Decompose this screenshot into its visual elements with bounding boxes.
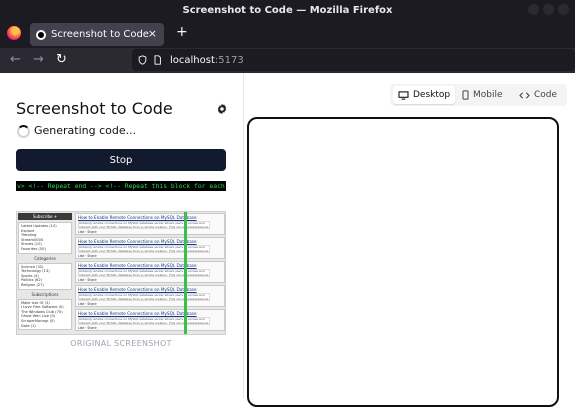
- thumb-card-body: Allowing remote connections on MySQL dat…: [78, 269, 210, 277]
- url-text[interactable]: localhost:5173: [170, 55, 244, 66]
- back-button[interactable]: ←: [10, 52, 21, 67]
- thumb-sidebar-box: Science (32) Technology (13) Sports (4) …: [18, 262, 72, 290]
- code-stream-output: v> <!-- Repeat end --> <!-- Repeat this …: [16, 181, 226, 191]
- thumb-categories-label: Categories: [34, 255, 56, 261]
- thumb-card-title: How to Enable Remote Connections on MySQ…: [78, 215, 197, 220]
- mobile-icon: [462, 90, 469, 100]
- tab-code[interactable]: Code: [519, 86, 557, 104]
- generating-status: Generating code...: [34, 124, 137, 137]
- original-screenshot-thumbnail[interactable]: Subscribe + Latest Updates (10) Explore …: [16, 211, 226, 335]
- thumb-card: How to Enable Remote Connections on MySQ…: [75, 309, 225, 331]
- tab-strip: Screenshot to Code × +: [0, 20, 575, 48]
- thumb-card-body: Allowing remote connections on MySQL dat…: [78, 245, 210, 253]
- thumb-card: How to Enable Remote Connections on MySQ…: [75, 213, 225, 235]
- thumb-card: How to Enable Remote Connections on MySQ…: [75, 261, 225, 283]
- code-icon: [519, 91, 530, 99]
- thumb-card-body: Allowing remote connections on MySQL dat…: [78, 293, 210, 301]
- desktop-icon: [398, 90, 409, 100]
- navigation-bar: ← → ↻ localhost:5173: [0, 48, 575, 73]
- thumb-card-title: How to Enable Remote Connections on MySQ…: [78, 287, 197, 292]
- thumb-card-body: Allowing remote connections on MySQL dat…: [78, 221, 210, 229]
- thumb-text: Religion (27): [21, 282, 44, 287]
- thumb-card-foot: Like · Share: [78, 254, 97, 258]
- tab-desktop[interactable]: Desktop: [393, 86, 456, 104]
- thumb-green-divider: [184, 212, 187, 334]
- thumb-card-foot: Like · Share: [78, 230, 97, 234]
- new-tab-button[interactable]: +: [176, 24, 188, 40]
- thumb-card-title: How to Enable Remote Connections on MySQ…: [78, 239, 197, 244]
- sidebar-panel: Screenshot to Code Generating code... St…: [0, 73, 244, 398]
- tab-label: Screenshot to Code: [51, 29, 149, 40]
- window-controls: [528, 4, 569, 15]
- page-icon: [154, 55, 161, 65]
- thumb-card-title: How to Enable Remote Connections on MySQ…: [78, 311, 197, 316]
- window-title: Screenshot to Code — Mozilla Firefox: [182, 4, 393, 16]
- thumb-text: Data (1): [21, 323, 36, 328]
- thumb-sidebar: Subscribe + Latest Updates (10) Explore …: [18, 213, 72, 333]
- thumb-subscribe-header: Subscribe +: [18, 213, 72, 220]
- thumb-card: How to Enable Remote Connections on MySQ…: [75, 237, 225, 259]
- thumb-text: Favorites (50): [21, 246, 46, 251]
- thumb-card-foot: Like · Share: [78, 278, 97, 282]
- stop-button[interactable]: Stop: [16, 149, 226, 171]
- tab-close-icon[interactable]: ×: [148, 27, 157, 40]
- window-titlebar: Screenshot to Code — Mozilla Firefox: [0, 0, 575, 20]
- shield-icon: [138, 55, 147, 65]
- desktop-preview-frame[interactable]: [247, 117, 559, 407]
- loading-spinner-icon: [17, 125, 30, 138]
- tab-mobile[interactable]: Mobile: [462, 86, 503, 104]
- thumb-card-title: How to Enable Remote Connections on MySQ…: [78, 263, 197, 268]
- url-host: localhost: [170, 54, 215, 66]
- reload-button[interactable]: ↻: [56, 52, 67, 67]
- original-screenshot-label: ORIGINAL SCREENSHOT: [70, 339, 172, 348]
- tab-favicon-icon: [36, 29, 46, 40]
- firefox-logo-icon[interactable]: [7, 26, 21, 40]
- close-window-button[interactable]: [558, 4, 569, 15]
- thumb-card-foot: Like · Share: [78, 302, 97, 306]
- tab-mobile-label: Mobile: [473, 90, 503, 100]
- thumb-card-foot: Like · Share: [78, 326, 97, 330]
- gear-icon[interactable]: [216, 103, 228, 115]
- url-bar[interactable]: localhost:5173: [132, 49, 575, 71]
- thumb-sidebar-box: Latest Updates (10) Explore Trending Str…: [18, 222, 72, 254]
- thumb-card: How to Enable Remote Connections on MySQ…: [75, 285, 225, 307]
- tab-code-label: Code: [534, 90, 558, 100]
- thumb-card-list: How to Enable Remote Connections on MySQ…: [75, 213, 225, 333]
- maximize-button[interactable]: [543, 4, 554, 15]
- thumb-sidebar-box: Make Use Of (3) I Love Free Software (0)…: [18, 298, 72, 331]
- forward-button[interactable]: →: [33, 52, 44, 67]
- url-port: :5173: [214, 54, 244, 66]
- app-title: Screenshot to Code: [16, 99, 173, 118]
- code-stream-text: v> <!-- Repeat end --> <!-- Repeat this …: [17, 182, 225, 190]
- thumb-subscriptions-label: Subscriptions: [31, 291, 59, 297]
- preview-panel: Desktop Mobile Code: [245, 73, 575, 407]
- view-mode-tabs: Desktop Mobile Code: [390, 84, 567, 106]
- tab-desktop-label: Desktop: [413, 90, 451, 100]
- minimize-button[interactable]: [528, 4, 539, 15]
- thumb-card-body: Allowing remote connections on MySQL dat…: [78, 317, 210, 325]
- tab-screenshot-to-code[interactable]: Screenshot to Code ×: [30, 23, 164, 46]
